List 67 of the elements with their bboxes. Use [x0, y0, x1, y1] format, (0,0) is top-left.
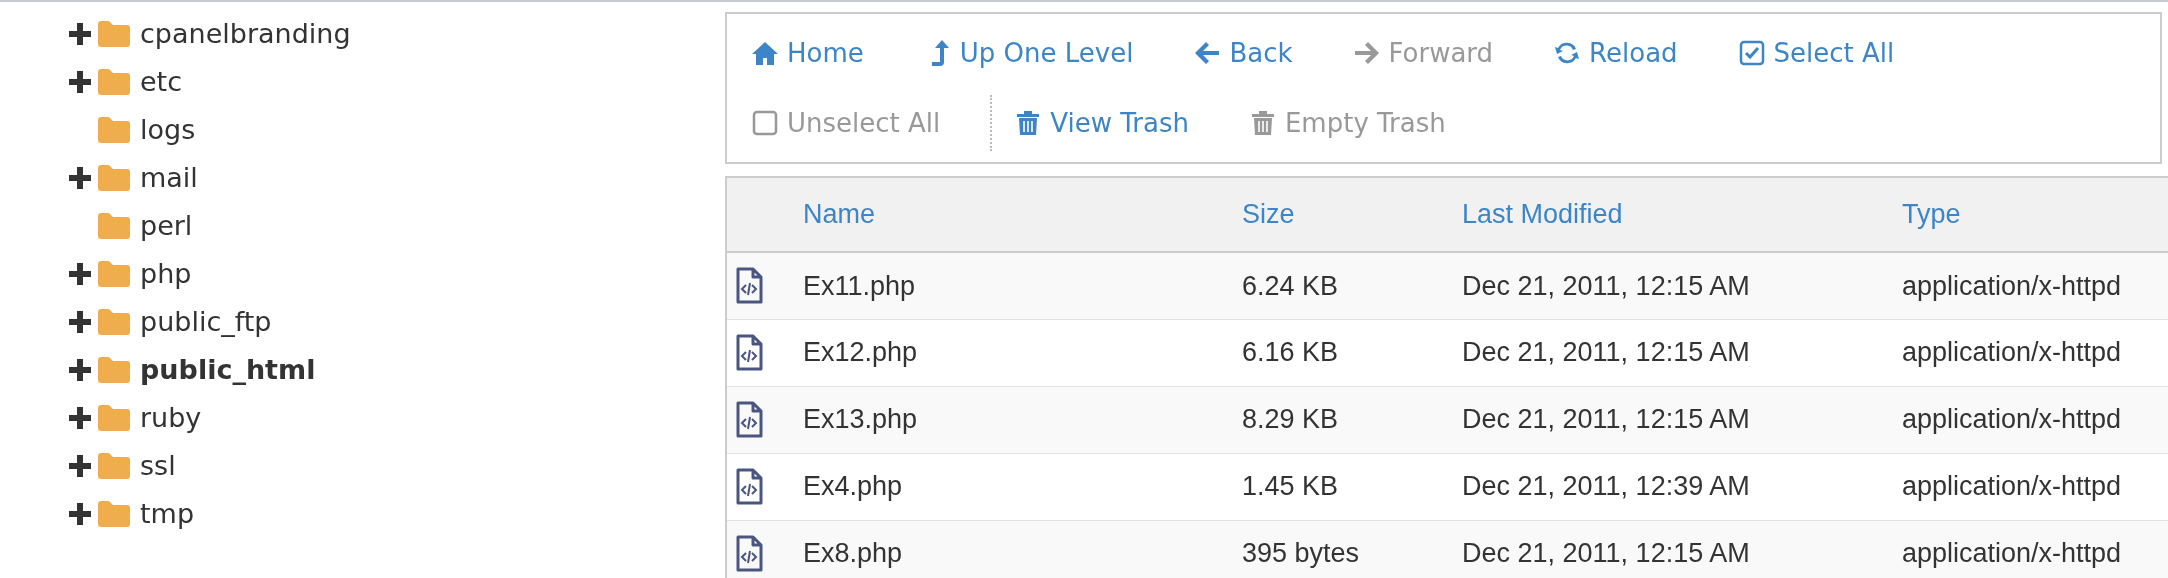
toolbar-button[interactable]: Reload	[1543, 33, 1692, 73]
table-cell: application/x-httpd	[1902, 471, 2122, 502]
folder-icon	[98, 453, 130, 479]
expand-icon[interactable]	[68, 262, 92, 286]
folder-icon	[98, 405, 130, 431]
toolbar-button[interactable]: Select All	[1727, 33, 1909, 73]
folder-icon	[98, 309, 130, 335]
right-arrow-icon	[1352, 39, 1381, 67]
toolbar-button[interactable]: Back	[1183, 33, 1307, 73]
table-cell: 6.16 KB	[1242, 337, 1339, 368]
table-cell: Dec 21, 2011, 12:15 AM	[1462, 270, 1750, 301]
expand-icon[interactable]	[68, 454, 92, 478]
folder-name[interactable]: public_ftp	[140, 301, 272, 343]
folder-icon	[98, 21, 130, 47]
checked-checkbox-icon	[1737, 39, 1766, 67]
checkbox-icon	[751, 109, 779, 137]
table-cell: Dec 21, 2011, 12:39 AM	[1462, 471, 1750, 502]
toolbar-button[interactable]: View Trash	[1004, 103, 1203, 143]
expand-icon[interactable]	[68, 166, 92, 190]
table-cell: application/x-httpd	[1902, 337, 2122, 368]
expand-icon[interactable]	[68, 502, 92, 526]
table-cell: application/x-httpd	[1902, 270, 2122, 301]
table-cell: Dec 21, 2011, 12:15 AM	[1462, 337, 1750, 368]
code-file-icon	[735, 333, 763, 372]
table-cell: Dec 21, 2011, 12:15 AM	[1462, 538, 1750, 569]
folder-name[interactable]: php	[140, 253, 192, 295]
folder-name[interactable]: cpanelbranding	[140, 13, 351, 55]
folder-icon	[98, 69, 130, 95]
table-cell: 8.29 KB	[1242, 404, 1339, 435]
table-cell: 395 bytes	[1242, 538, 1360, 569]
expand-icon[interactable]	[68, 406, 92, 430]
code-file-icon	[735, 467, 763, 506]
expand-icon[interactable]	[68, 310, 92, 334]
folder-icon	[98, 357, 130, 383]
folder-icon	[98, 213, 130, 239]
expand-icon[interactable]	[68, 70, 92, 94]
folder-icon	[98, 117, 130, 143]
expand-icon[interactable]	[68, 358, 92, 382]
file-name[interactable]: Ex11.php	[803, 270, 916, 301]
file-name[interactable]: Ex12.php	[803, 337, 918, 368]
folder-name[interactable]: ruby	[140, 397, 202, 439]
folder-name[interactable]: tmp	[140, 493, 195, 535]
folder-icon	[98, 261, 130, 287]
folder-name[interactable]: public_html	[140, 349, 316, 391]
folder-name[interactable]: logs	[140, 109, 196, 151]
left-arrow-icon	[1193, 39, 1222, 67]
table-cell: application/x-httpd	[1902, 404, 2122, 435]
toolbar-button[interactable]: Up One Level	[913, 33, 1148, 73]
folder-name[interactable]: ssl	[140, 445, 176, 487]
folder-name[interactable]: etc	[140, 61, 183, 103]
home-icon	[751, 39, 779, 67]
file-name[interactable]: Ex4.php	[803, 471, 903, 502]
folder-icon	[98, 501, 130, 527]
code-file-icon	[735, 400, 763, 439]
toolbar-button[interactable]: Home	[741, 33, 878, 73]
table-cell: application/x-httpd	[1902, 538, 2122, 569]
code-file-icon	[735, 534, 763, 573]
file-name[interactable]: Ex8.php	[803, 538, 903, 569]
file-name[interactable]: Ex13.php	[803, 404, 918, 435]
folder-name[interactable]: mail	[140, 157, 198, 199]
table-cell: 1.45 KB	[1242, 471, 1339, 502]
table-cell: Dec 21, 2011, 12:15 AM	[1462, 404, 1750, 435]
folder-name[interactable]: perl	[140, 205, 193, 247]
code-file-icon	[735, 266, 763, 305]
table-cell: 6.24 KB	[1242, 270, 1339, 301]
expand-icon[interactable]	[68, 22, 92, 46]
folder-icon	[98, 165, 130, 191]
